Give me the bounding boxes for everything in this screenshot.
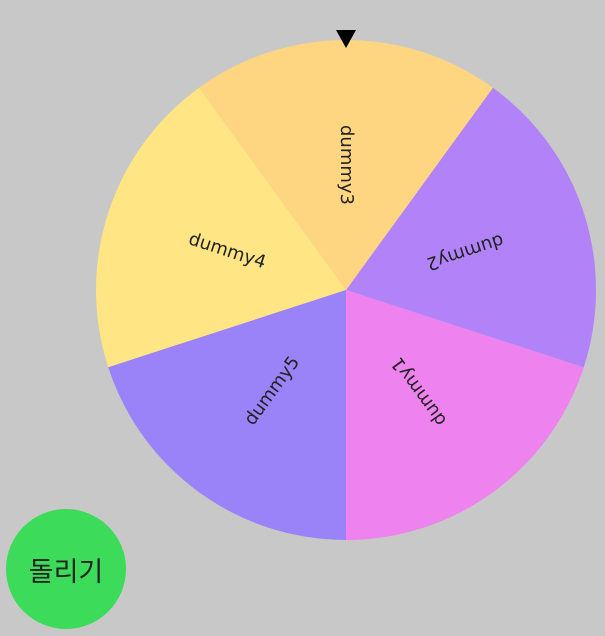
wheel-segment-label: dummy3: [336, 125, 357, 205]
spin-button[interactable]: 돌리기: [6, 509, 126, 629]
roulette-stage: dummy1 dummy2 dummy3 dummy4 dummy5 돌리기: [0, 0, 605, 636]
wheel-segments: [96, 39, 596, 540]
